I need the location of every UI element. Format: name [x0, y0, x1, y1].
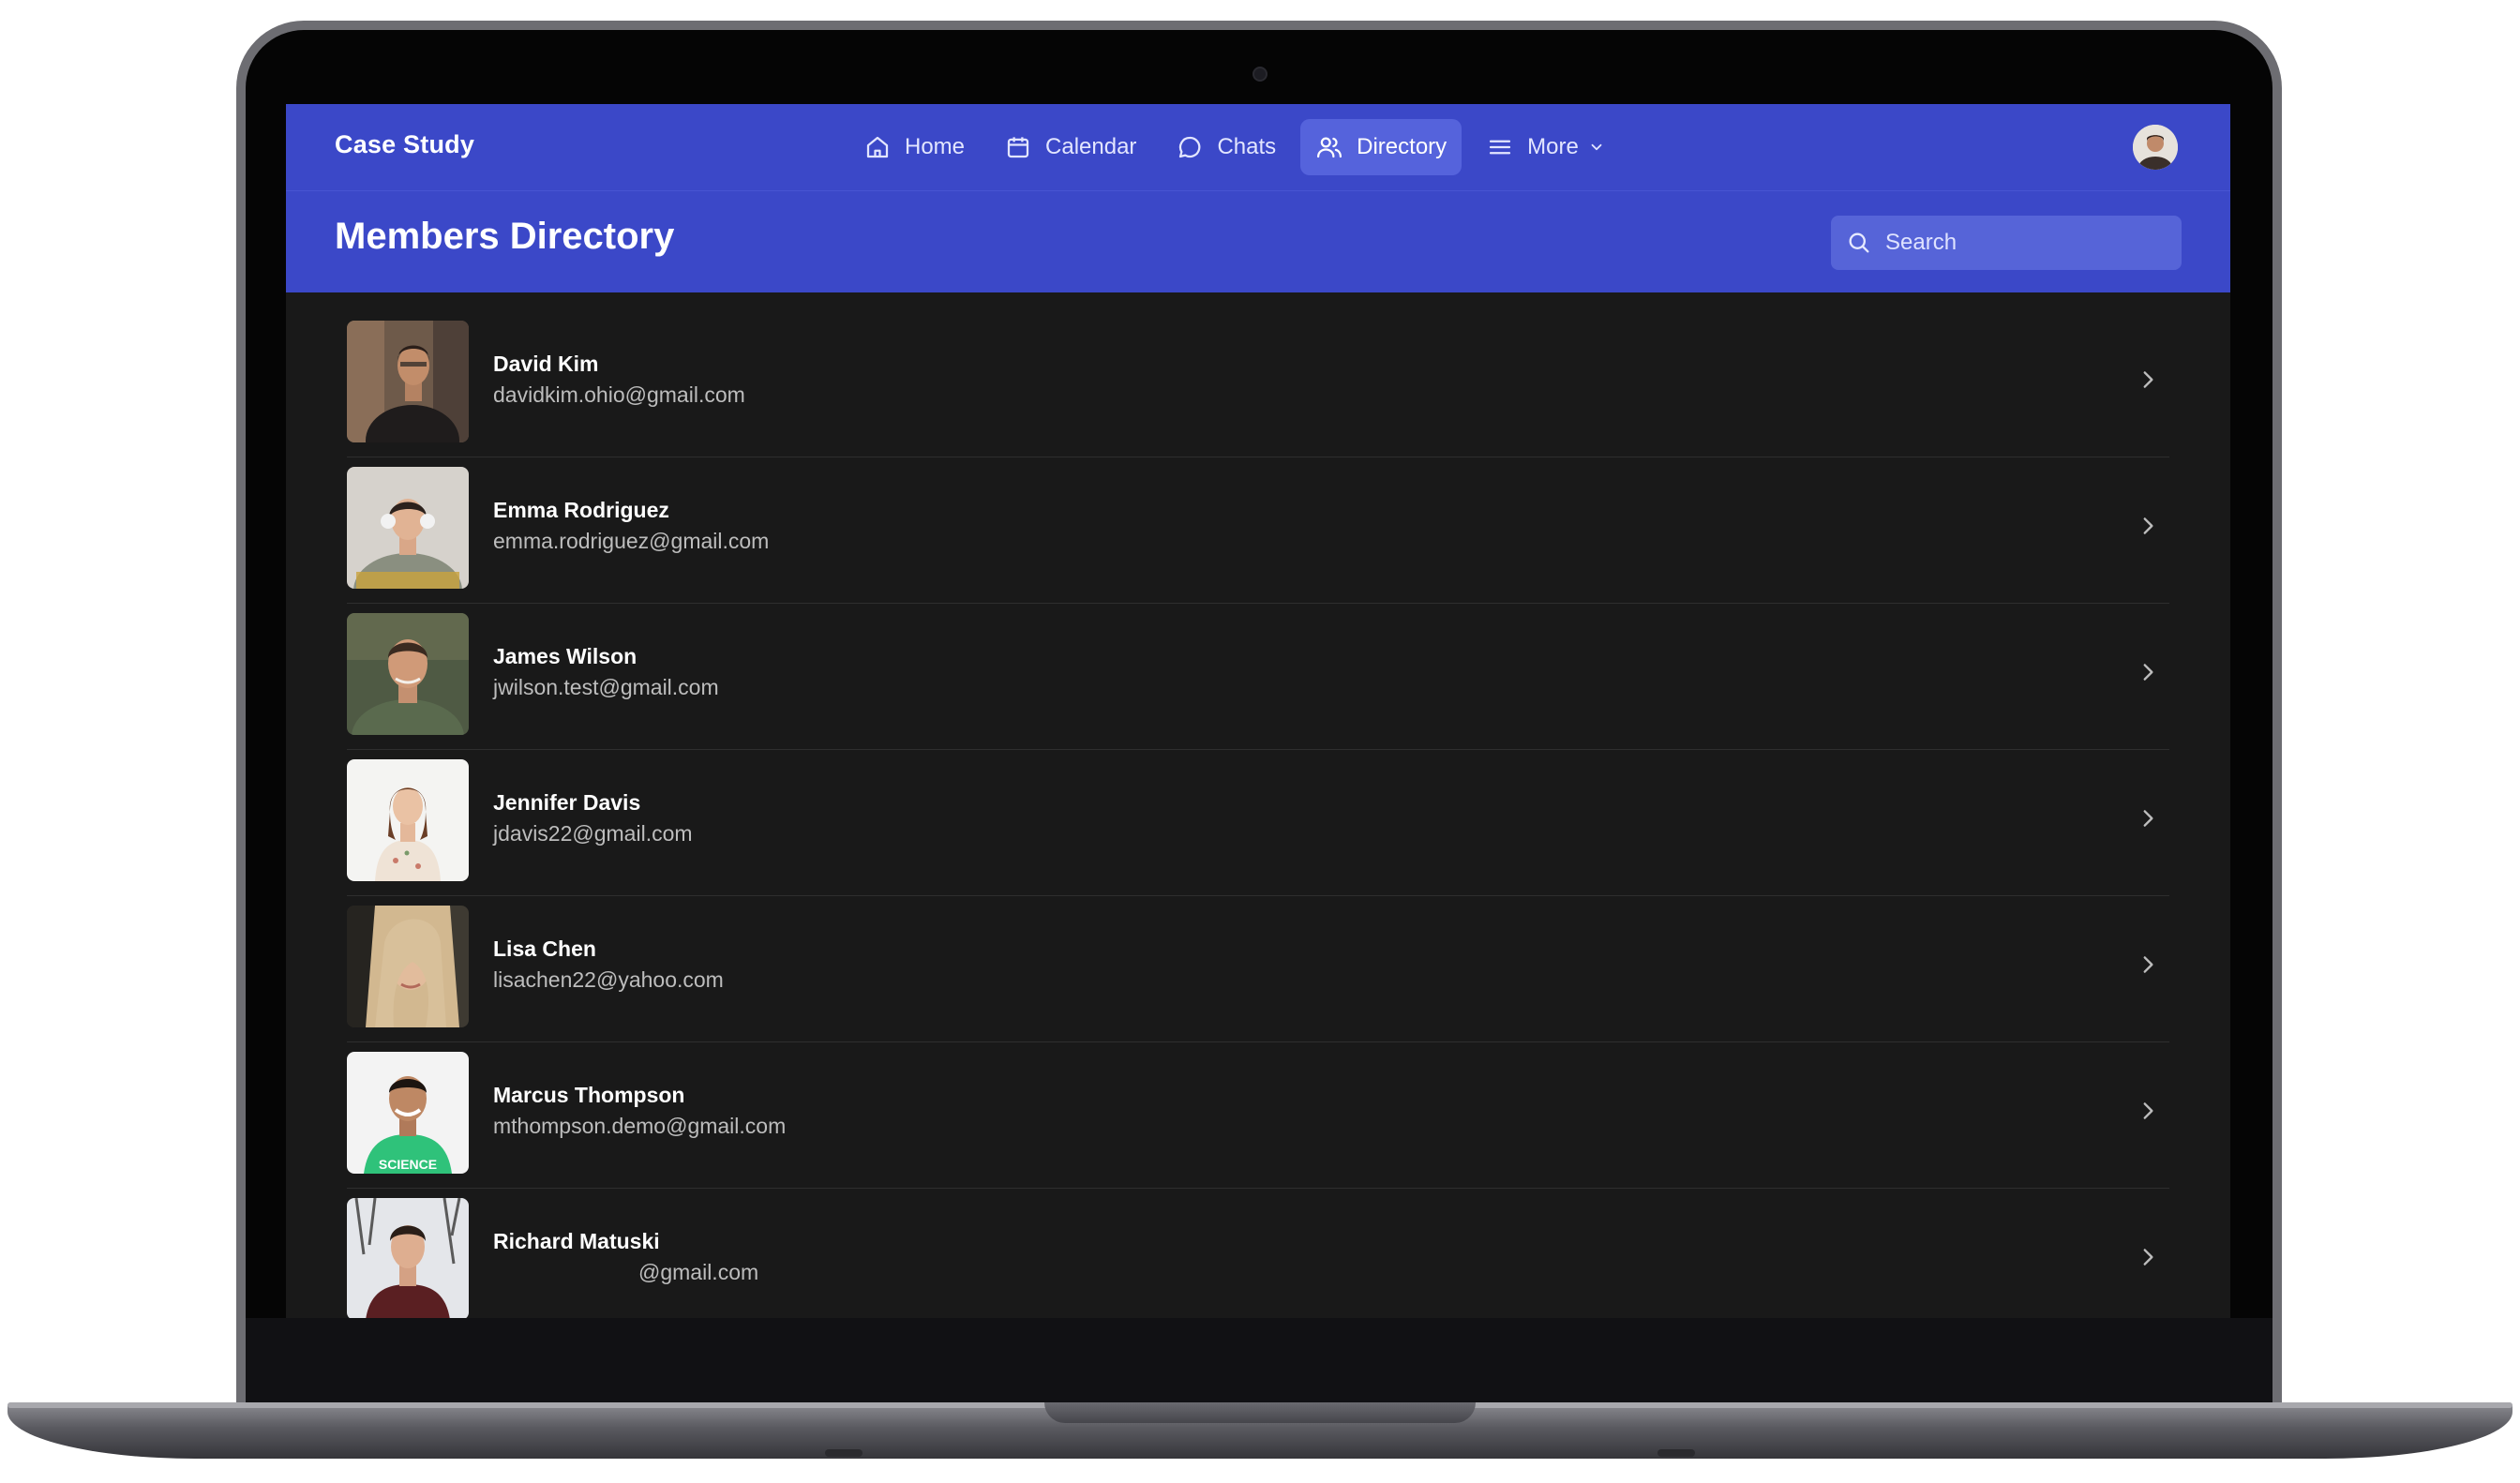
member-row[interactable]: Emma Rodriguez emma.rodriguez@gmail.com: [347, 457, 2169, 604]
laptop-foot: [825, 1449, 862, 1457]
nav-home[interactable]: Home: [848, 119, 980, 175]
nav-chats[interactable]: Chats: [1161, 119, 1291, 175]
member-name: Richard Matuski: [493, 1229, 660, 1253]
member-photo: [347, 321, 469, 442]
nav-chats-label: Chats: [1217, 134, 1277, 159]
member-photo: SCIENCE: [347, 1052, 469, 1174]
member-email: davidkim.ohio@gmail.com: [493, 382, 745, 407]
home-icon: [866, 136, 889, 158]
page-header: Members Directory: [286, 191, 2230, 292]
nav-calendar-label: Calendar: [1045, 134, 1137, 159]
member-email: mthompson.demo@gmail.com: [493, 1114, 787, 1138]
laptop-foot: [1658, 1449, 1695, 1457]
search-icon: [1849, 232, 1869, 253]
member-photo: [347, 613, 469, 735]
member-photo: [347, 759, 469, 881]
member-row[interactable]: James Wilson jwilson.test@gmail.com: [347, 604, 2169, 750]
bezel-bottom: [246, 1318, 2272, 1404]
chevron-right-icon: [2143, 1249, 2153, 1266]
members-list: David Kim davidkim.ohio@gmail.com Emma R…: [347, 311, 2169, 1318]
chevron-down-icon: [1591, 143, 1602, 151]
chevron-right-icon: [2143, 517, 2153, 534]
member-name: Lisa Chen: [493, 936, 596, 961]
member-row[interactable]: Lisa Chen lisachen22@yahoo.com: [347, 896, 2169, 1042]
member-photo: [347, 1198, 469, 1318]
nav-home-label: Home: [905, 134, 966, 159]
search-box[interactable]: [1831, 216, 2182, 270]
top-navigation-bar: Case Study Home Calendar Chats Directory…: [286, 104, 2230, 191]
nav-more-label: More: [1527, 134, 1579, 159]
member-name: James Wilson: [493, 644, 638, 668]
member-name: Jennifer Davis: [493, 790, 641, 815]
nav-directory-label: Directory: [1357, 134, 1448, 159]
chevron-right-icon: [2143, 371, 2153, 388]
chevron-right-icon: [2143, 810, 2153, 827]
nav-directory[interactable]: Directory: [1300, 119, 1462, 175]
user-avatar-image: [2133, 125, 2178, 170]
users-icon: [1317, 137, 1342, 158]
search-input[interactable]: [1883, 229, 2168, 257]
member-row[interactable]: Jennifer Davis jdavis22@gmail.com: [347, 750, 2169, 896]
member-name: David Kim: [493, 352, 599, 376]
member-email: lisachen22@yahoo.com: [493, 967, 724, 992]
brand-name[interactable]: Case Study: [335, 130, 474, 159]
member-email: jwilson.test@gmail.com: [493, 675, 719, 699]
chevron-right-icon: [2143, 1102, 2153, 1119]
main-nav: Home Calendar Chats Directory More: [848, 119, 1620, 175]
member-row[interactable]: David Kim davidkim.ohio@gmail.com: [347, 311, 2169, 457]
member-email: jdavis22@gmail.com: [493, 821, 693, 846]
chat-icon: [1179, 136, 1201, 158]
member-photo: [347, 467, 469, 589]
member-row[interactable]: Richard Matuski @gmail.com: [347, 1189, 2169, 1318]
chevron-right-icon: [2143, 664, 2153, 681]
member-name: Marcus Thompson: [493, 1083, 685, 1107]
member-email: @gmail.com: [638, 1260, 759, 1284]
camera-icon: [1252, 67, 1268, 82]
svg-text:SCIENCE: SCIENCE: [379, 1157, 437, 1172]
nav-calendar[interactable]: Calendar: [989, 119, 1151, 175]
member-row[interactable]: SCIENCE Marcus Thompson mthompson.demo@g…: [347, 1042, 2169, 1189]
menu-icon: [1490, 140, 1511, 155]
member-photo: [347, 906, 469, 1027]
user-avatar[interactable]: [2133, 125, 2178, 170]
calendar-icon: [1007, 137, 1029, 158]
app-screen: Case Study Home Calendar Chats Directory…: [286, 104, 2230, 1318]
member-name: Emma Rodriguez: [493, 498, 669, 522]
page-title: Members Directory: [335, 216, 675, 257]
chevron-right-icon: [2143, 956, 2153, 973]
laptop-notch: [1044, 1402, 1476, 1423]
nav-more[interactable]: More: [1471, 119, 1620, 175]
member-email: emma.rodriguez@gmail.com: [493, 529, 770, 553]
